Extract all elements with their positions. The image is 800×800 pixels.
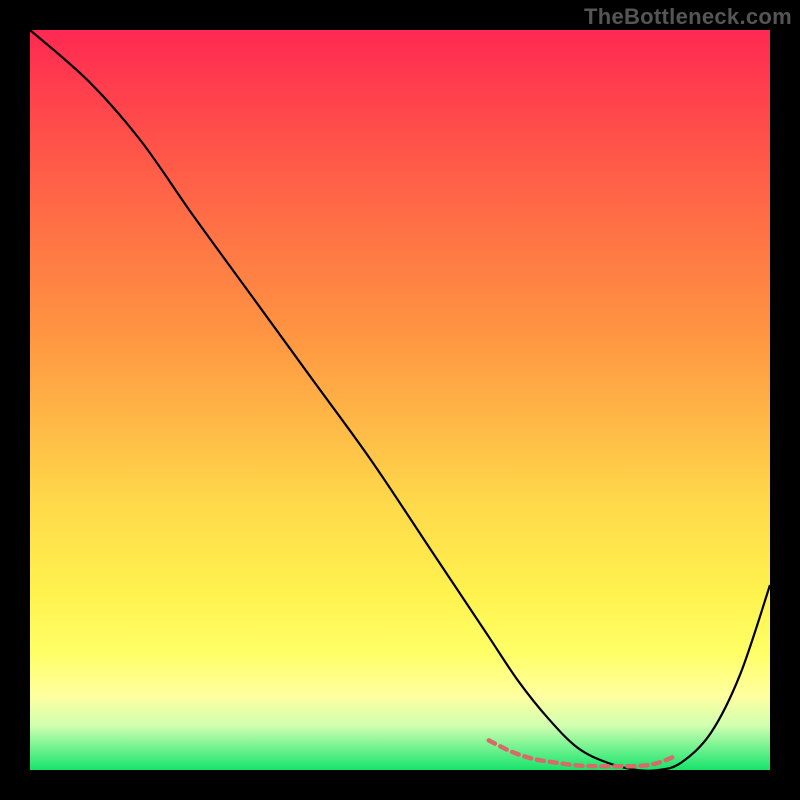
flat-region-line [489,740,674,766]
chart-container: TheBottleneck.com [0,0,800,800]
curve-line [30,30,770,771]
watermark-text: TheBottleneck.com [584,4,792,30]
plot-area [30,30,770,770]
chart-svg [30,30,770,770]
